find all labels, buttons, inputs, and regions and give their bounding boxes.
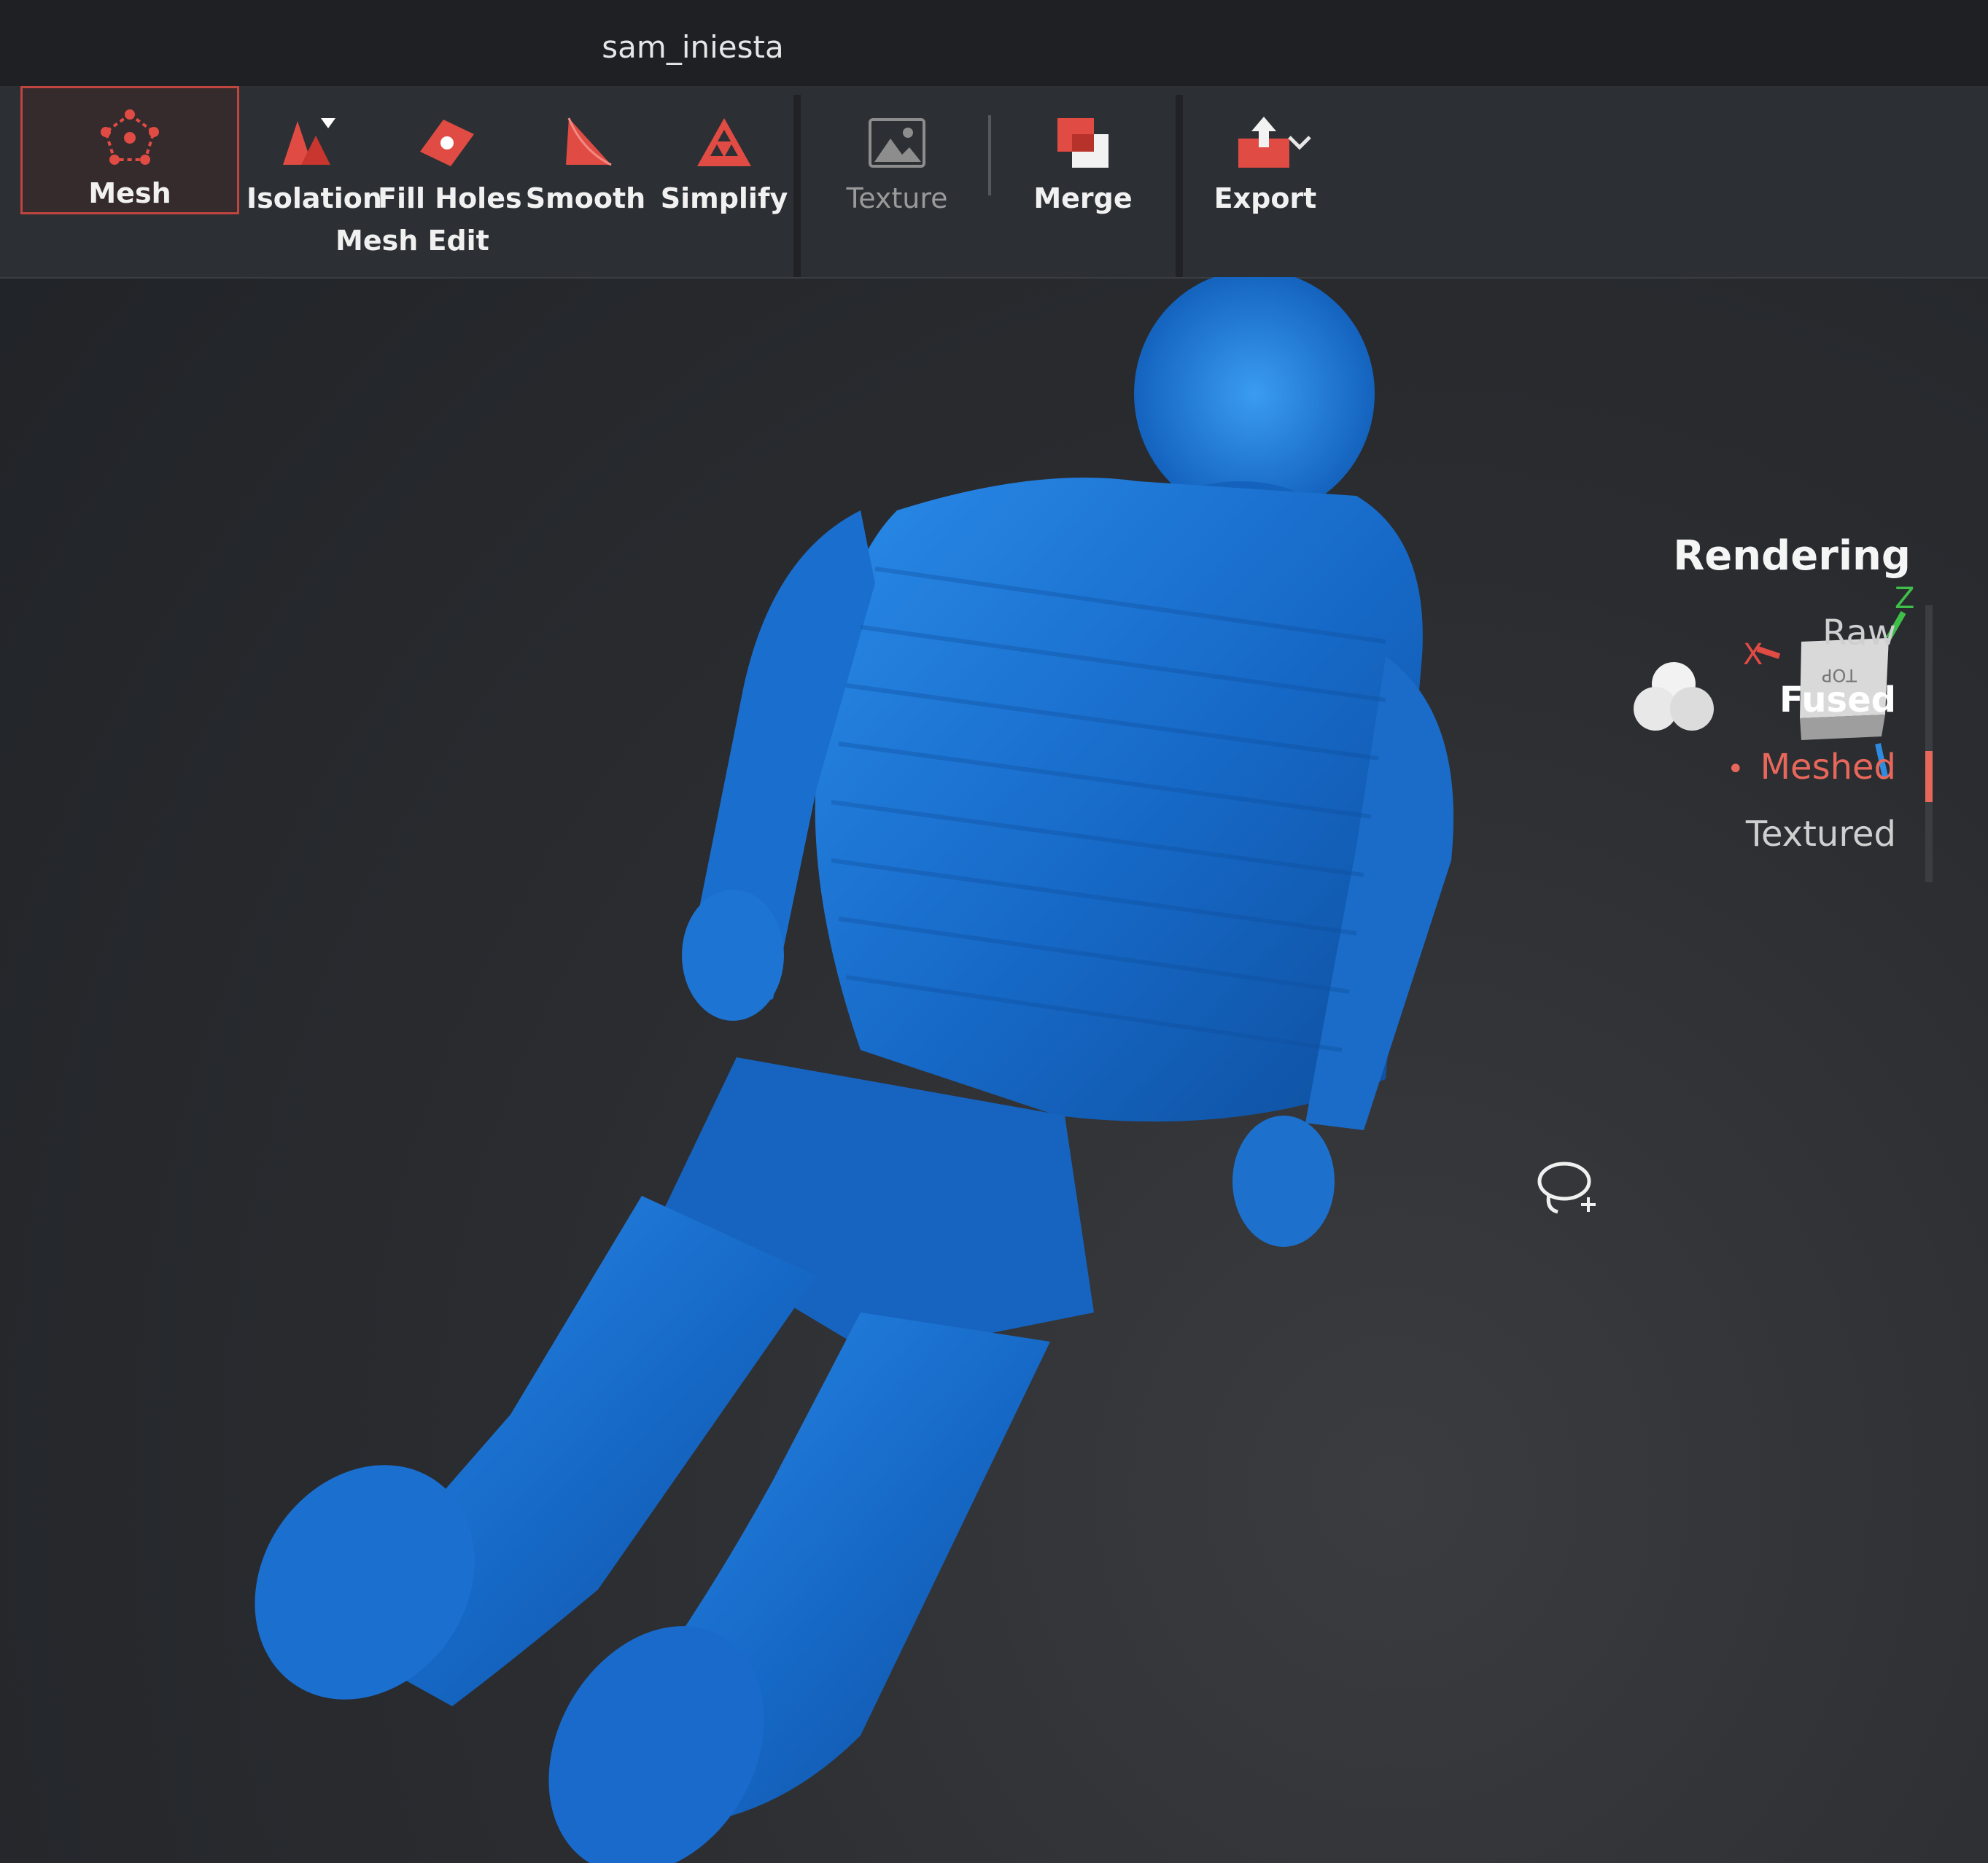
mesh-label: Mesh (88, 177, 171, 209)
mesh-icon (101, 109, 159, 165)
rendering-mode-textured[interactable]: Textured (1746, 814, 1896, 855)
fill-holes-icon (420, 120, 474, 166)
smooth-icon (566, 117, 612, 166)
toolbar-divider (988, 115, 991, 195)
window-title: sam_iniesta (602, 29, 784, 65)
export-label: Export (1214, 182, 1317, 214)
rendering-scroll-track[interactable] (1925, 605, 1933, 882)
texture-button[interactable]: Texture (824, 93, 970, 225)
texture-icon (869, 118, 925, 168)
selected-indicator-icon: • (1727, 752, 1744, 786)
simplify-button[interactable]: Simplify (655, 93, 793, 225)
fill-holes-label: Fill Holes (378, 182, 522, 214)
isolation-label: Isolation (246, 182, 382, 214)
smooth-button[interactable]: Smooth (524, 93, 648, 225)
rendering-scroll-thumb[interactable] (1925, 751, 1933, 802)
title-bar: sam_iniesta (0, 0, 1988, 87)
smooth-label: Smooth (525, 182, 646, 214)
rendering-mode-meshed[interactable]: • Meshed (1727, 747, 1896, 787)
toolbar-separator (1176, 95, 1183, 277)
fill-holes-button[interactable]: Fill Holes (378, 93, 522, 225)
toolbar-separator (793, 95, 801, 277)
export-button[interactable]: Export (1196, 93, 1335, 225)
mesh-edit-group-label: Mesh Edit (335, 225, 489, 257)
merge-icon (1057, 118, 1108, 168)
lasso-select-icon[interactable] (1524, 1152, 1604, 1218)
mesh-button[interactable]: Mesh (20, 86, 239, 214)
simplify-icon (697, 118, 751, 166)
merge-button[interactable]: Merge (1014, 93, 1152, 225)
3d-viewport[interactable]: X Z TOP Rendering Raw Fused • Meshed Text… (0, 277, 1988, 1863)
isolation-icon (283, 118, 335, 165)
rendering-panel: Rendering Raw Fused • Meshed Textured (1673, 532, 1962, 897)
scanned-mesh-model[interactable] (0, 277, 1988, 1863)
rendering-mode-raw[interactable]: Raw (1822, 612, 1896, 653)
chevron-down-icon[interactable] (1285, 131, 1314, 153)
texture-label: Texture (846, 182, 948, 214)
merge-label: Merge (1033, 182, 1133, 214)
rendering-mode-fused[interactable]: Fused (1779, 680, 1896, 720)
simplify-label: Simplify (660, 182, 788, 214)
toolbar: Mesh Isolation Fill Holes Smooth Simplif… (0, 86, 1988, 279)
rendering-mode-meshed-label: Meshed (1760, 747, 1896, 787)
isolation-button[interactable]: Isolation (246, 93, 382, 225)
rendering-title: Rendering (1673, 532, 1911, 580)
app-window: sam_iniesta Mesh Isolation Fill Holes Sm… (0, 0, 1988, 1863)
